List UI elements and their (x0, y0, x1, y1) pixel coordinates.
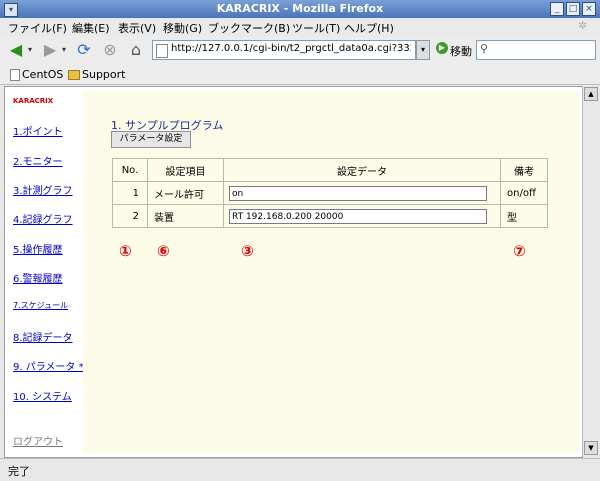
brand-logo: KARACRIX (13, 97, 54, 105)
row-note: 型 (500, 204, 548, 228)
sidebar: KARACRIX 1.ポイント 2.モニター 3.計測グラフ 4.記録グラフ 5… (5, 87, 84, 457)
page-content: KARACRIX 1.ポイント 2.モニター 3.計測グラフ 4.記録グラフ 5… (4, 86, 583, 458)
forward-icon[interactable]: ▶ (40, 40, 60, 60)
status-bar: 完了 (0, 458, 600, 481)
sidebar-item-monitor[interactable]: 2.モニター (13, 153, 63, 168)
vertical-scrollbar[interactable]: ▲ ▼ (582, 86, 598, 456)
back-history-dropdown-icon[interactable]: ▾ (28, 45, 32, 54)
url-dropdown-icon[interactable]: ▾ (416, 40, 430, 60)
setting-data-input[interactable]: RT 192.168.0.200 20000 (229, 208, 487, 224)
maximize-icon[interactable]: □ (566, 2, 580, 16)
browser-window: ▾ KARACRIX - Mozilla Firefox _ □ × ファイル(… (0, 0, 600, 481)
sidebar-item-record-graph[interactable]: 4.記録グラフ (13, 211, 73, 226)
row-no: 2 (112, 204, 148, 228)
menu-bar: ファイル(F) 編集(E) 表示(V) 移動(G) ブックマーク(B) ツール(… (0, 18, 600, 36)
search-icon: ⚲ (480, 42, 489, 55)
url-text[interactable]: http://127.0.0.1/cgi-bin/t2_prgctl_data0… (171, 43, 411, 54)
close-icon[interactable]: × (582, 2, 596, 16)
scroll-up-icon[interactable]: ▲ (584, 87, 598, 101)
main-panel: 1. サンプルプログラム パラメータ設定 No. 設定項目 設定データ 備考 1… (83, 91, 579, 453)
url-bar[interactable]: http://127.0.0.1/cgi-bin/t2_prgctl_data0… (152, 40, 416, 60)
bookmark-centos[interactable]: CentOS (22, 68, 63, 81)
sidebar-item-point[interactable]: 1.ポイント (13, 123, 63, 138)
page-icon (10, 69, 20, 81)
window-title: KARACRIX - Mozilla Firefox (216, 2, 384, 15)
table-header-row: No. 設定項目 設定データ 備考 (112, 158, 548, 182)
header-item: 設定項目 (147, 158, 224, 182)
header-note: 備考 (500, 158, 548, 182)
sidebar-item-schedule[interactable]: 7.スケジュール (13, 300, 68, 311)
annotation-marker-note: ⑦ (513, 242, 526, 260)
menu-tools[interactable]: ツール(T) (292, 20, 340, 36)
table-row: 1 メール許可 on on/off (112, 181, 548, 205)
menu-go[interactable]: 移動(G) (163, 20, 202, 36)
go-icon[interactable]: ▶ (436, 42, 448, 54)
sidebar-item-operation-history[interactable]: 5.操作履歴 (13, 241, 63, 256)
menu-help[interactable]: ヘルプ(H) (344, 20, 394, 36)
annotation-marker-item: ⑥ (157, 242, 170, 260)
sidebar-item-parameter[interactable]: 9. パラメータ * (13, 358, 84, 373)
menu-edit[interactable]: 編集(E) (72, 20, 110, 36)
sidebar-item-alarm-history[interactable]: 6.警報履歴 (13, 270, 63, 285)
row-no: 1 (112, 181, 148, 205)
stop-icon[interactable]: ⊗ (100, 40, 120, 60)
annotation-marker-no: ① (119, 242, 132, 260)
back-icon[interactable]: ◀ (6, 40, 26, 60)
header-data: 設定データ (223, 158, 501, 182)
menu-view[interactable]: 表示(V) (118, 20, 156, 36)
bookmark-support[interactable]: Support (82, 68, 125, 81)
status-text: 完了 (8, 465, 30, 478)
bookmarks-toolbar: CentOS Support (0, 64, 600, 85)
reload-icon[interactable]: ⟳ (74, 40, 94, 60)
parameter-settings-button[interactable]: パラメータ設定 (111, 131, 191, 148)
minimize-icon[interactable]: _ (550, 2, 564, 16)
go-button[interactable]: 移動 (450, 43, 472, 59)
sidebar-item-measure-graph[interactable]: 3.計測グラフ (13, 182, 73, 197)
title-bar: ▾ KARACRIX - Mozilla Firefox _ □ × (0, 0, 600, 18)
home-icon[interactable]: ⌂ (126, 40, 146, 60)
sidebar-item-record-data[interactable]: 8.記録データ (13, 329, 73, 344)
setting-data-input[interactable]: on (229, 185, 487, 201)
logout-link[interactable]: ログアウト (13, 433, 63, 448)
table-row: 2 装置 RT 192.168.0.200 20000 型 (112, 204, 548, 228)
scroll-down-icon[interactable]: ▼ (584, 441, 598, 455)
row-data-cell: RT 192.168.0.200 20000 (223, 204, 501, 228)
menu-bookmarks[interactable]: ブックマーク(B) (208, 20, 290, 36)
menu-file[interactable]: ファイル(F) (8, 20, 67, 36)
folder-icon (68, 70, 80, 80)
header-no: No. (112, 158, 148, 182)
row-data-cell: on (223, 181, 501, 205)
row-item: メール許可 (147, 181, 224, 205)
row-item: 装置 (147, 204, 224, 228)
throbber-icon: ✲ (578, 19, 588, 32)
sidebar-item-system[interactable]: 10. システム (13, 388, 72, 403)
search-input[interactable]: ⚲ (476, 40, 596, 60)
settings-table: No. 設定項目 設定データ 備考 1 メール許可 on on/off 2 装置 (112, 158, 548, 228)
row-note: on/off (500, 181, 548, 205)
annotation-marker-data: ③ (241, 242, 254, 260)
forward-history-dropdown-icon[interactable]: ▾ (62, 45, 66, 54)
page-icon (156, 44, 168, 58)
